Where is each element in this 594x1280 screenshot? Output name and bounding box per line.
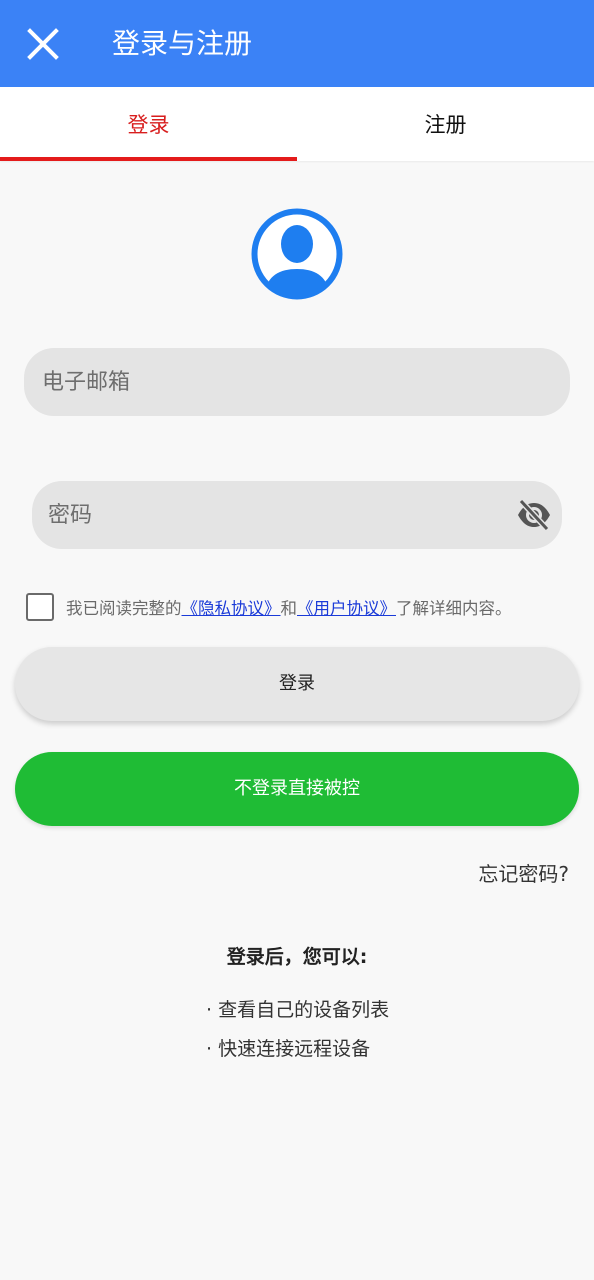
page-title: 登录与注册	[112, 27, 253, 60]
agreement-text: 我已阅读完整的《隐私协议》和《用户协议》了解详细内容。	[66, 595, 512, 619]
guest-control-button[interactable]: 不登录直接被控	[15, 752, 579, 826]
benefit-item: · 快速连接远程设备	[206, 1038, 371, 1060]
email-input[interactable]	[24, 348, 570, 416]
agreement-middle: 和	[280, 599, 298, 618]
agreement-checkbox[interactable]	[26, 593, 54, 621]
tab-register[interactable]: 注册	[297, 87, 594, 161]
agreement-prefix: 我已阅读完整的	[66, 599, 182, 618]
tab-bar: 登录 注册	[0, 87, 594, 161]
password-field-container	[32, 481, 562, 549]
close-icon[interactable]	[22, 23, 64, 65]
login-button[interactable]: 登录	[15, 647, 579, 721]
agreement-suffix: 了解详细内容。	[396, 599, 512, 618]
benefit-item: · 查看自己的设备列表	[206, 999, 390, 1021]
user-agreement-link[interactable]: 《用户协议》	[297, 599, 396, 618]
eye-off-icon[interactable]	[516, 498, 552, 532]
forgot-password-link[interactable]: 忘记密码?	[478, 858, 569, 887]
app-bar: 登录与注册	[0, 0, 594, 87]
password-input[interactable]	[32, 481, 562, 549]
tab-login[interactable]: 登录	[0, 87, 297, 161]
email-field-container	[24, 348, 570, 416]
privacy-policy-link[interactable]: 《隐私协议》	[182, 599, 281, 618]
benefits-title: 登录后，您可以:	[226, 946, 368, 968]
user-avatar-icon	[251, 208, 343, 300]
agreement-row: 我已阅读完整的《隐私协议》和《用户协议》了解详细内容。	[26, 592, 586, 622]
active-tab-indicator	[0, 157, 297, 161]
